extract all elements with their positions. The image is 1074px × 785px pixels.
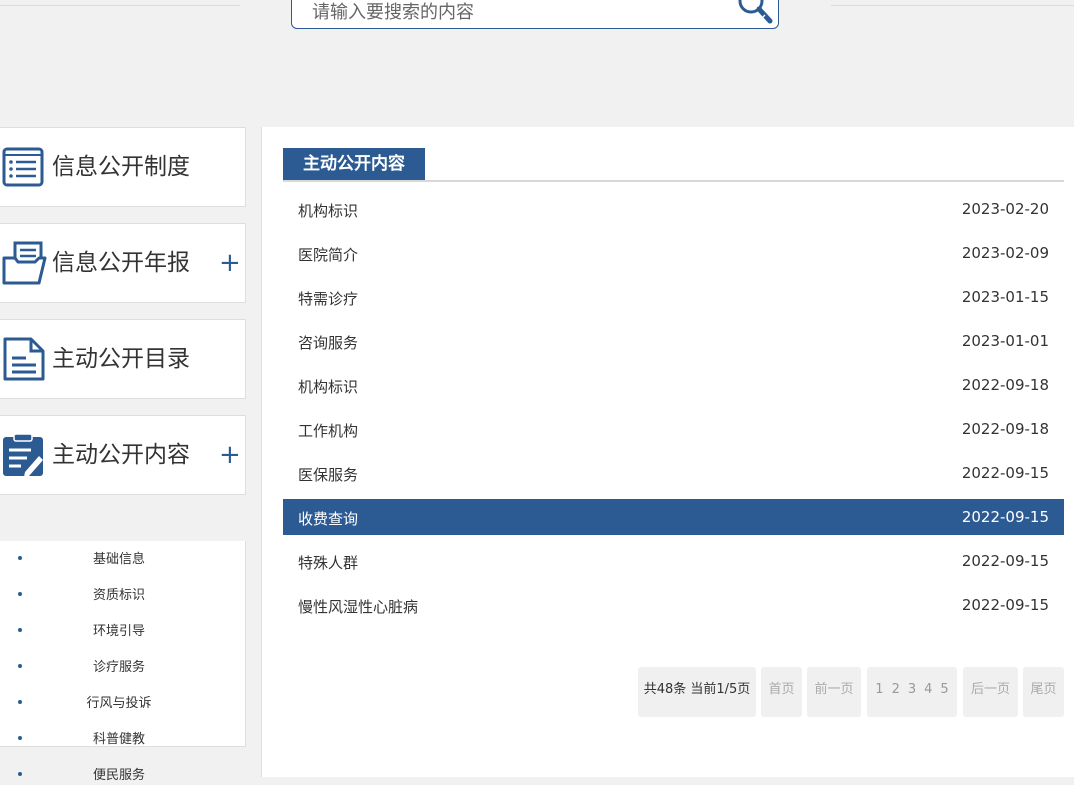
list-item[interactable]: 工作机构 2022-09-18 [283, 411, 1064, 447]
page-number-3[interactable]: 3 [904, 667, 920, 713]
document-icon [3, 337, 45, 381]
top-divider-left [0, 5, 240, 6]
bullet-icon [18, 772, 22, 776]
section-divider [283, 180, 1064, 182]
list-item-title: 工作机构 [298, 422, 359, 440]
page-number-4[interactable]: 4 [920, 667, 936, 713]
sidebar-card-label: 主动公开内容 [52, 442, 190, 468]
list-item-date: 2023-01-15 [961, 288, 1049, 306]
list-item-title: 特需诊疗 [298, 290, 359, 308]
list-item[interactable]: 机构标识 2022-09-18 [283, 367, 1064, 403]
page-number-2[interactable]: 2 [888, 667, 904, 713]
search-box [291, 0, 779, 29]
list-item-date: 2023-02-09 [961, 244, 1049, 262]
list-item-title: 机构标识 [298, 202, 359, 220]
list-item-date: 2023-02-20 [961, 200, 1049, 218]
list-item-title: 咨询服务 [298, 334, 359, 352]
list-item-date: 2023-01-01 [961, 332, 1049, 350]
main-panel: 主动公开内容 机构标识 2023-02-20 医院简介 2023-02-09 特… [261, 127, 1074, 777]
pagination-next-button[interactable]: 后一页 [963, 667, 1018, 717]
search-input[interactable] [312, 0, 712, 25]
list-item[interactable]: 机构标识 2023-02-20 [283, 191, 1064, 227]
list-item-date: 2022-09-15 [961, 596, 1049, 614]
bullet-icon [18, 592, 22, 596]
submenu-item-label: 基础信息 [92, 552, 145, 567]
sidebar-card-content[interactable]: 主动公开内容 + [0, 415, 246, 495]
list-item-date: 2022-09-15 [961, 508, 1049, 526]
submenu-item[interactable]: 诊疗服务 [0, 653, 245, 677]
pagination-info: 共48条 当前1/5页 [638, 667, 756, 717]
search-icon[interactable] [734, 0, 774, 29]
pagination-last-button[interactable]: 尾页 [1023, 667, 1064, 717]
list-item[interactable]: 医保服务 2022-09-15 [283, 455, 1064, 491]
list-item-active[interactable]: 收费查询 2022-09-15 [283, 499, 1064, 535]
page-number-5[interactable]: 5 [936, 667, 952, 713]
list-item-date: 2022-09-15 [961, 464, 1049, 482]
submenu-item-label: 科普健教 [92, 732, 145, 747]
list-item-title: 收费查询 [298, 510, 359, 528]
list-item[interactable]: 咨询服务 2023-01-01 [283, 323, 1064, 359]
submenu-item[interactable]: 基础信息 [0, 545, 245, 569]
expand-plus-icon[interactable]: + [219, 248, 241, 278]
list-item-title: 医保服务 [298, 466, 359, 484]
bullet-icon [18, 556, 22, 560]
bullet-icon [18, 628, 22, 632]
list-item-date: 2022-09-15 [961, 552, 1049, 570]
pagination-page-numbers: 12345 [867, 667, 957, 717]
sidebar-card-annual-report[interactable]: 信息公开年报 + [0, 223, 246, 303]
pagination-first-button[interactable]: 首页 [761, 667, 802, 717]
submenu-item[interactable]: 资质标识 [0, 581, 245, 605]
submenu-item[interactable]: 行风与投诉 [0, 689, 245, 713]
folder-document-icon [2, 241, 47, 285]
submenu-item[interactable]: 科普健教 [0, 725, 245, 749]
sidebar-submenu: 基础信息 资质标识 环境引导 诊疗服务 行风与投诉 科普健教 便民服务 [0, 541, 246, 783]
list-item[interactable]: 特殊人群 2022-09-15 [283, 543, 1064, 579]
submenu-item-label: 行风与投诉 [86, 696, 152, 711]
list-item-title: 特殊人群 [298, 554, 359, 572]
sidebar-card-catalog[interactable]: 主动公开目录 [0, 319, 246, 399]
list-item-title: 医院简介 [298, 246, 359, 264]
submenu-item[interactable]: 便民服务 [0, 761, 245, 785]
sidebar-card-disclosure-system[interactable]: 信息公开制度 [0, 127, 246, 207]
expand-plus-icon[interactable]: + [219, 440, 241, 470]
submenu-item[interactable]: 环境引导 [0, 617, 245, 641]
submenu-item-label: 资质标识 [92, 588, 145, 603]
bullet-icon [18, 664, 22, 668]
list-item[interactable]: 慢性风湿性心脏病 2022-09-15 [283, 587, 1064, 623]
section-title-tab: 主动公开内容 [283, 148, 425, 180]
sidebar-card-label: 信息公开年报 [52, 250, 190, 276]
list-item-title: 机构标识 [298, 378, 359, 396]
submenu-item-label: 便民服务 [92, 768, 145, 783]
list-item-title: 慢性风湿性心脏病 [298, 598, 419, 616]
sidebar-card-label: 信息公开制度 [52, 154, 190, 180]
bullet-icon [18, 700, 22, 704]
top-divider-right [831, 5, 1074, 6]
submenu-item-label: 环境引导 [92, 624, 145, 639]
bullet-icon [18, 736, 22, 740]
list-item-date: 2022-09-18 [961, 376, 1049, 394]
pagination-prev-button[interactable]: 前一页 [807, 667, 861, 717]
list-book-icon [2, 147, 44, 187]
list-item[interactable]: 医院简介 2023-02-09 [283, 235, 1064, 271]
sidebar-card-label: 主动公开目录 [52, 346, 190, 372]
page-number-1[interactable]: 1 [871, 667, 887, 713]
clipboard-edit-icon [3, 433, 43, 477]
list-item[interactable]: 特需诊疗 2023-01-15 [283, 279, 1064, 315]
list-item-date: 2022-09-18 [961, 420, 1049, 438]
submenu-item-label: 诊疗服务 [92, 660, 145, 675]
